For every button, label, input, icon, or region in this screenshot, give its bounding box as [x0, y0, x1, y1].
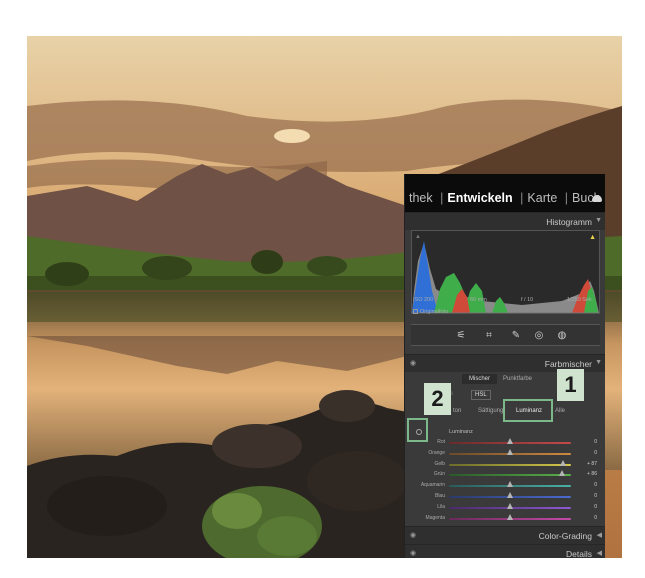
slider-label: Blau	[434, 493, 445, 499]
details-title: Details	[566, 549, 592, 558]
slider-label: Grün	[433, 471, 445, 478]
slider-value[interactable]: 0	[577, 450, 597, 456]
visibility-eye-icon[interactable]: ◉	[410, 531, 416, 539]
slider-label: Lila	[437, 503, 445, 510]
exif-info: ISO 200 60 mm f / 10 1/250 Sek.	[405, 297, 605, 307]
slider-thumb[interactable]	[559, 470, 566, 477]
slider-label: Gelb	[434, 460, 445, 467]
masking-icon[interactable]: ◍	[556, 330, 568, 342]
luminance-caption: Luminanz	[449, 429, 473, 435]
expand-triangle-icon[interactable]: ◀	[597, 549, 602, 557]
slider-label: Orange	[428, 449, 445, 456]
healing-brush-icon[interactable]: ✎	[510, 330, 522, 342]
tab-mixer[interactable]: Mischer	[462, 374, 498, 384]
histogram-header[interactable]: Histogramm ▼	[405, 212, 605, 230]
slider-label: Aquamarin	[420, 482, 445, 489]
visibility-eye-icon[interactable]: ◉	[410, 549, 416, 557]
slider-value[interactable]: 0	[577, 439, 597, 445]
histogram-title: Histogramm	[546, 217, 592, 227]
slider-thumb[interactable]	[560, 459, 567, 466]
shutter-speed: 1/250 Sek.	[567, 297, 594, 303]
red-eye-icon[interactable]: ◎	[533, 330, 545, 342]
details-header[interactable]: ◉ Details ◀	[405, 544, 605, 558]
callout-box-1	[503, 399, 553, 422]
slider-thumb[interactable]	[507, 438, 513, 444]
slider-value[interactable]: 0	[577, 515, 597, 521]
original-photo-label: Originalfoto	[420, 309, 449, 315]
hsl-dropdown[interactable]: HSL	[471, 390, 491, 400]
iso-value: ISO 200	[413, 297, 434, 303]
slider-track[interactable]	[449, 463, 571, 466]
slider-row[interactable]: Rot 0	[405, 438, 605, 447]
slider-value[interactable]: + 87	[577, 461, 597, 467]
tab-hue[interactable]: ton	[453, 408, 461, 414]
module-separator: |	[564, 191, 569, 205]
aperture: f / 10	[521, 297, 534, 303]
original-photo-toggle[interactable]: Originalfoto	[413, 309, 448, 315]
tool-strip: ⚟ ⌗ ✎ ◎ ◍	[411, 324, 600, 346]
slider-thumb[interactable]	[507, 492, 513, 498]
edit-sliders-icon[interactable]: ⚟	[455, 330, 467, 342]
collapse-triangle-icon[interactable]: ▼	[595, 217, 602, 224]
slider-value[interactable]: 0	[577, 482, 597, 488]
slider-thumb[interactable]	[507, 502, 513, 509]
slider-thumb[interactable]	[507, 448, 513, 455]
slider-track[interactable]	[449, 474, 571, 477]
color-grading-header[interactable]: ◉ Color-Grading ◀	[405, 526, 605, 544]
slider-thumb[interactable]	[507, 513, 513, 520]
slider-thumb[interactable]	[507, 481, 513, 488]
module-separator: |	[440, 191, 444, 205]
develop-panel: thek |Entwickeln |Karte |Buch | Histogra…	[404, 174, 605, 558]
focal-length: 60 mm	[470, 297, 487, 303]
module-map[interactable]: Karte	[527, 191, 557, 205]
expand-triangle-icon[interactable]: ◀	[597, 531, 602, 539]
slider-row[interactable]: Grün + 86	[405, 470, 605, 479]
slider-row[interactable]: Aquamarin 0	[405, 481, 605, 490]
checkbox-icon[interactable]	[413, 309, 418, 314]
callout-box-2	[407, 418, 428, 442]
color-mixer-title: Farbmischer	[544, 359, 592, 369]
module-separator: |	[520, 191, 524, 205]
visibility-eye-icon[interactable]: ◉	[410, 359, 416, 367]
cloud-icon[interactable]	[592, 195, 602, 202]
slider-value[interactable]: 0	[577, 493, 597, 499]
slider-row[interactable]: Magenta 0	[405, 513, 605, 523]
tab-saturation[interactable]: Sättigung	[478, 408, 503, 414]
slider-row[interactable]: Lila 0	[405, 502, 605, 512]
tab-all[interactable]: Alle	[555, 408, 565, 414]
color-grading-title: Color-Grading	[538, 531, 592, 541]
slider-label: Magenta	[425, 514, 445, 521]
slider-row[interactable]: Orange 0	[405, 448, 605, 458]
slider-value[interactable]: + 86	[577, 471, 597, 477]
module-library[interactable]: thek	[409, 191, 433, 205]
callout-number-1: 1	[557, 369, 584, 401]
module-develop[interactable]: Entwickeln	[447, 191, 512, 205]
collapse-triangle-icon[interactable]: ▼	[595, 359, 602, 366]
tab-point-color[interactable]: Punktfarbe	[503, 376, 532, 382]
crop-icon[interactable]: ⌗	[483, 330, 495, 342]
slider-row[interactable]: Gelb + 87	[405, 459, 605, 469]
callout-number-2: 2	[424, 383, 451, 415]
slider-row[interactable]: Blau 0	[405, 492, 605, 501]
slider-value[interactable]: 0	[577, 504, 597, 510]
